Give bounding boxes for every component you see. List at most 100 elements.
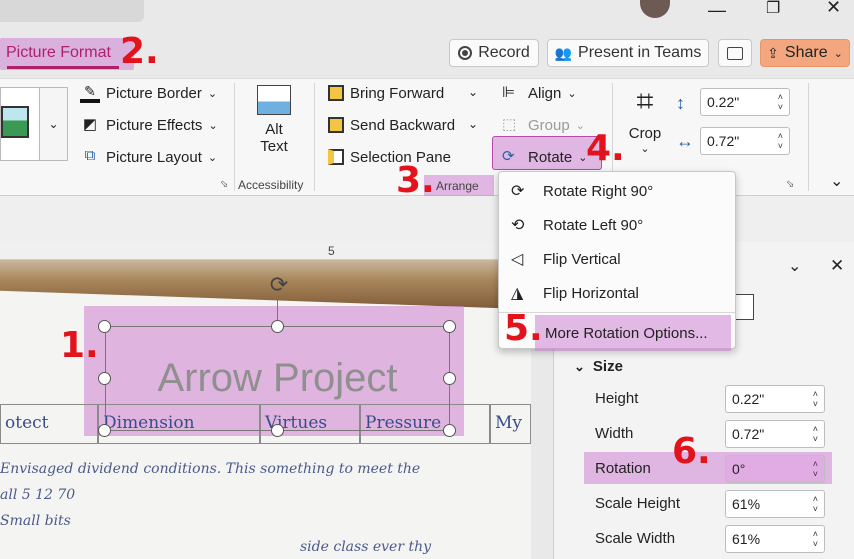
menu-item-flip-vertical[interactable]: ◁ Flip Vertical <box>499 242 735 276</box>
share-label: Share <box>784 44 828 61</box>
group-button[interactable]: ⬚ Group ⌄ <box>502 113 585 137</box>
stepper-icon[interactable]: ˄ ˅ <box>813 389 818 409</box>
picture-layout-label: Picture Layout <box>106 148 202 166</box>
picture-border-button[interactable]: ✎ Picture Border ⌄ <box>80 81 217 105</box>
align-label: Align <box>528 84 562 102</box>
chevron-down-icon: ⌄ <box>207 87 218 100</box>
comments-button[interactable] <box>718 39 752 67</box>
scale-height-label: Scale Height <box>595 495 681 512</box>
stepper-icon[interactable]: ˄ ˅ <box>813 459 818 479</box>
picture-effects-button[interactable]: ◩ Picture Effects ⌄ <box>80 113 218 137</box>
avatar[interactable] <box>640 0 670 18</box>
size-section-header[interactable]: ⌄ Size <box>574 358 623 375</box>
alt-text-button[interactable]: Alt Text <box>248 85 300 171</box>
width-field[interactable]: 0.72" ˄ ˅ <box>725 419 825 448</box>
picture-layout-button[interactable]: ⧉ Picture Layout ⌄ <box>80 145 217 169</box>
scale-width-label: Scale Width <box>595 530 676 547</box>
present-in-teams-button[interactable]: 👥 Present in Teams <box>547 39 709 67</box>
rotation-field[interactable]: 0° ˄ ˅ <box>725 454 825 483</box>
resize-handle[interactable] <box>443 424 456 437</box>
quick-access-area <box>0 0 144 22</box>
rotation-value: 0° <box>732 460 746 477</box>
annotation-6: 6. <box>672 431 711 472</box>
annotation-1: 1. <box>60 325 99 366</box>
crop-label: Crop <box>628 125 662 142</box>
picture-effects-label: Picture Effects <box>106 116 203 134</box>
alt-text-label-1: Alt <box>265 121 283 138</box>
stepper-icon[interactable]: ˄ ˅ <box>813 529 818 549</box>
menu-item-more-rotation-options[interactable]: More Rotation Options... <box>535 315 731 351</box>
rotate-button[interactable]: ⟳ Rotate ⌄ <box>502 145 587 169</box>
group-icon: ⬚ <box>502 116 517 133</box>
bring-forward-button[interactable]: Bring Forward <box>328 81 444 105</box>
slide-canvas[interactable]: otect Dimension Virtues Pressure My Envi… <box>0 260 531 559</box>
menu-item-flip-horizontal[interactable]: ◮ Flip Horizontal <box>499 276 735 310</box>
effects-icon: ◩ <box>82 116 98 133</box>
dialog-launcher-icon[interactable]: ⬂ <box>220 179 228 190</box>
width-value: 0.72" <box>732 425 765 442</box>
stepper-icon[interactable]: ˄ ˅ <box>813 494 818 514</box>
resize-handle[interactable] <box>271 320 284 333</box>
group-label: Group <box>528 116 570 134</box>
rotate-label: Rotate <box>528 148 573 166</box>
group-separator <box>808 83 809 191</box>
menu-item-rotate-right[interactable]: ⟳ Rotate Right 90° <box>499 174 735 208</box>
dialog-launcher-icon[interactable]: ⬂ <box>786 179 794 190</box>
chevron-down-icon[interactable]: ⌄ <box>468 85 478 99</box>
crop-button[interactable]: ⌗ Crop ⌄ <box>622 85 668 171</box>
size-section-label: Size <box>592 358 623 375</box>
scale-width-row: Scale Width 61% ˄ ˅ <box>554 521 854 556</box>
resize-handle[interactable] <box>98 320 111 333</box>
rotation-handle-icon[interactable]: ⟳ <box>265 272 293 300</box>
alt-text-label-2: Text <box>260 138 288 155</box>
close-icon[interactable]: ✕ <box>826 0 841 18</box>
menu-item-label: Flip Vertical <box>543 250 621 268</box>
resize-handle[interactable] <box>98 372 111 385</box>
align-button[interactable]: ⊫ Align ⌄ <box>502 81 577 105</box>
height-label: Height <box>595 390 639 407</box>
share-button[interactable]: ⇪ Share ⌄ <box>760 39 850 67</box>
chevron-down-icon: ⌄ <box>574 358 585 374</box>
resize-handle[interactable] <box>271 424 284 437</box>
group-separator <box>234 83 235 191</box>
size-properties-icon[interactable] <box>734 294 754 320</box>
teams-icon: 👥 <box>554 44 573 61</box>
tab-picture-format[interactable]: Picture Format <box>6 44 111 62</box>
chevron-down-icon[interactable]: ⌄ <box>468 117 478 131</box>
chevron-down-icon[interactable]: ⌄ <box>788 256 801 276</box>
record-button[interactable]: Record <box>449 39 539 67</box>
ruler: 5 <box>0 242 531 260</box>
close-icon[interactable]: ✕ <box>830 256 844 276</box>
stepper-icon[interactable]: ˄ ˅ <box>778 92 783 112</box>
chevron-down-icon: ⌄ <box>48 117 59 131</box>
record-icon <box>458 46 473 60</box>
handwriting-line: all 5 12 70 <box>0 487 76 503</box>
height-row: Height 0.22" ˄ ˅ <box>554 381 854 416</box>
rotate-icon: ⟳ <box>502 148 515 165</box>
stepper-icon[interactable]: ˄ ˅ <box>778 131 783 151</box>
arrow-project-textbox[interactable]: Arrow Project <box>105 326 450 431</box>
height-value: 0.22" <box>707 94 740 110</box>
scale-height-row: Scale Height 61% ˄ ˅ <box>554 486 854 521</box>
height-value: 0.22" <box>732 390 765 407</box>
resize-handle[interactable] <box>98 424 111 437</box>
resize-handle[interactable] <box>443 320 456 333</box>
minimize-icon[interactable]: — <box>708 0 726 21</box>
restore-icon[interactable]: ❐ <box>766 0 780 18</box>
menu-item-rotate-left[interactable]: ⟲ Rotate Left 90° <box>499 208 735 242</box>
height-field[interactable]: 0.22" ˄ ˅ <box>700 88 790 116</box>
rotate-right-icon: ⟳ <box>511 183 525 200</box>
collapse-ribbon-icon[interactable]: ⌄ <box>830 171 843 191</box>
scale-height-field[interactable]: 61% ˄ ˅ <box>725 489 825 518</box>
send-backward-button[interactable]: Send Backward <box>328 113 455 137</box>
picture-styles-gallery[interactable] <box>0 87 40 161</box>
scale-width-field[interactable]: 61% ˄ ˅ <box>725 524 825 553</box>
menu-item-label: Rotate Right 90° <box>543 182 654 200</box>
stepper-icon[interactable]: ˄ ˅ <box>813 424 818 444</box>
menu-item-label: Rotate Left 90° <box>543 216 644 234</box>
gallery-more-button[interactable]: ⌄ <box>40 87 68 161</box>
width-field[interactable]: 0.72" ˄ ˅ <box>700 127 790 155</box>
height-field[interactable]: 0.22" ˄ ˅ <box>725 384 825 413</box>
flip-vertical-icon: ◁ <box>511 251 524 268</box>
resize-handle[interactable] <box>443 372 456 385</box>
